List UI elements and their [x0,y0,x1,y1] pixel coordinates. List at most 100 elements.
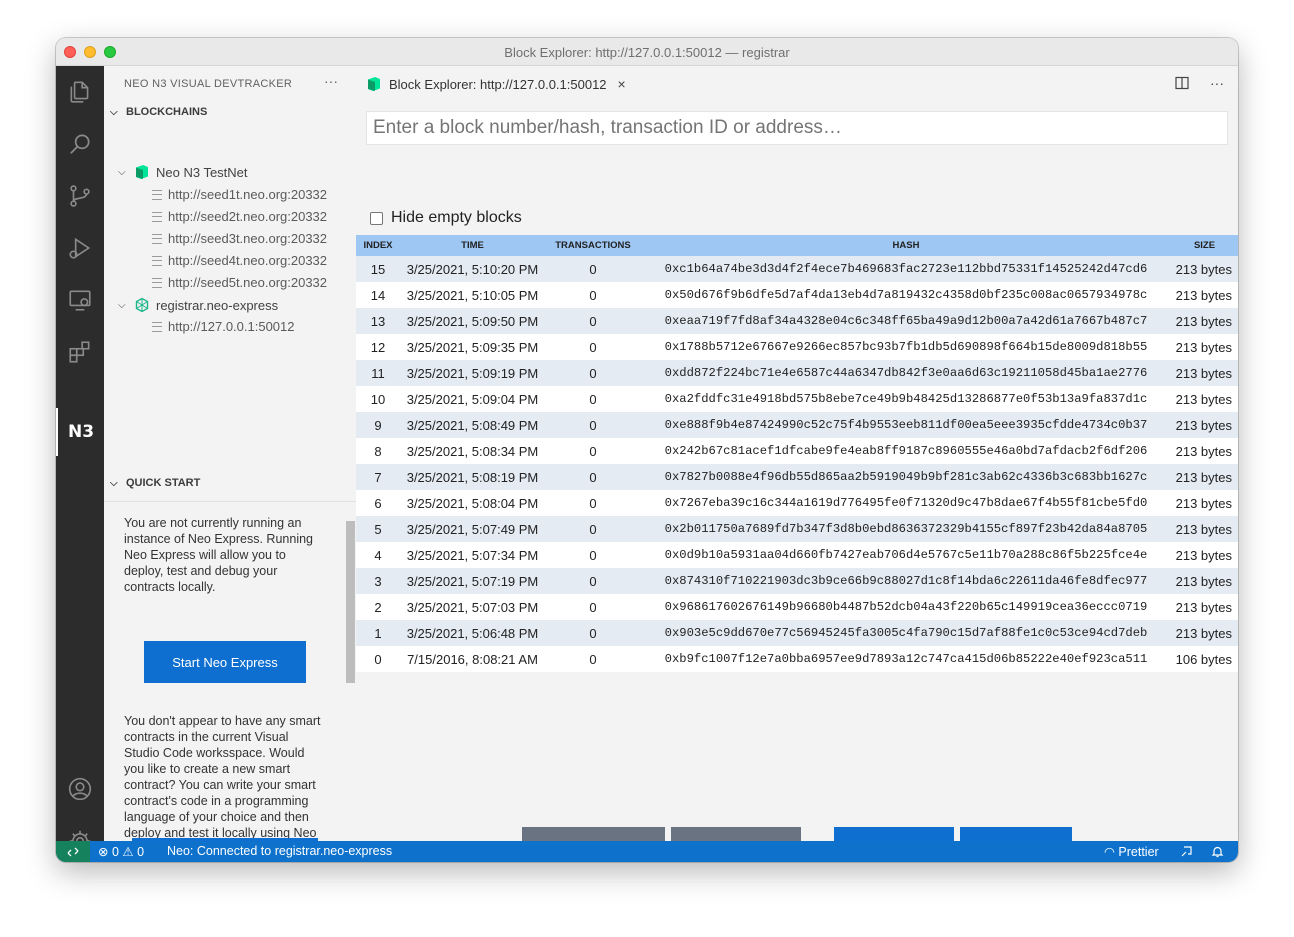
hide-empty-checkbox[interactable] [370,211,383,225]
node-icon [152,189,162,200]
cell-index: 4 [356,542,400,568]
cell-transactions: 0 [545,282,641,308]
cell-transactions: 0 [545,308,641,334]
cell-time: 3/25/2021, 5:08:19 PM [400,464,545,490]
cell-time: 3/25/2021, 5:07:34 PM [400,542,545,568]
search-input[interactable] [366,111,1228,145]
cell-index: 14 [356,282,400,308]
split-editor-icon[interactable] [1174,75,1190,91]
table-row[interactable]: 13 3/25/2021, 5:09:50 PM 0 0xeaa719f7fd8af3… [356,308,1238,334]
more-actions-icon[interactable]: ··· [1210,75,1224,91]
tab-block-explorer[interactable]: Block Explorer: http://127.0.0.1:50012 × [356,66,639,101]
neo-n3-icon[interactable]: N3 [56,408,104,456]
cell-index: 13 [356,308,400,334]
quick-start-section-header[interactable]: ⌵ QUICK START [110,477,200,489]
more-actions-icon[interactable]: ··· [324,73,338,89]
cell-time: 3/25/2021, 5:07:19 PM [400,568,545,594]
close-icon[interactable]: × [618,76,626,92]
block-explorer-panel: Hide empty blocks INDEX TIME TRANSACTION… [356,101,1238,862]
table-row[interactable]: 14 3/25/2021, 5:10:05 PM 0 0x50d676f9b6dfe5… [356,282,1238,308]
cell-hash: 0xeaa719f7fd8af34a4328e04c6c348ff65ba49a… [641,308,1171,334]
cell-time: 3/25/2021, 5:10:05 PM [400,282,545,308]
prettier-label: Prettier [1118,845,1159,859]
extensions-icon[interactable] [56,330,104,374]
cell-time: 3/25/2021, 5:08:34 PM [400,438,545,464]
table-row[interactable]: 10 3/25/2021, 5:09:04 PM 0 0xa2fddfc31e4918… [356,386,1238,412]
column-header-index: INDEX [356,235,400,256]
remote-indicator[interactable] [56,841,90,862]
cell-hash: 0x968617602676149b96680b4487b52dcb04a43f… [641,594,1171,620]
warning-count: 0 [137,845,145,859]
table-row[interactable]: 5 3/25/2021, 5:07:49 PM 0 0x2b011750a7689fd… [356,516,1238,542]
sidebar-scrollbar[interactable] [346,521,355,683]
table-row[interactable]: 9 3/25/2021, 5:08:49 PM 0 0xe888f9b4e874249… [356,412,1238,438]
cell-time: 3/25/2021, 5:09:35 PM [400,334,545,360]
cell-index: 3 [356,568,400,594]
cell-size: 213 bytes [1171,334,1238,360]
hide-empty-label: Hide empty blocks [391,209,522,226]
table-row[interactable]: 0 7/15/2016, 8:08:21 AM 0 0xb9fc1007f12e7a0… [356,646,1238,672]
feedback-icon[interactable] [1180,845,1193,858]
cell-size: 213 bytes [1171,386,1238,412]
table-row[interactable]: 8 3/25/2021, 5:08:34 PM 0 0x242b67c81acef1d… [356,438,1238,464]
cell-index: 7 [356,464,400,490]
start-neo-express-button[interactable]: Start Neo Express [144,641,306,683]
neo-express-label: registrar.neo-express [156,297,279,313]
editor-area: Block Explorer: http://127.0.0.1:50012 ×… [356,66,1238,862]
cell-index: 5 [356,516,400,542]
prettier-indicator[interactable]: ◠ Prettier [1104,844,1159,859]
node-url: http://seed1t.neo.org:20332 [168,187,328,202]
cell-index: 2 [356,594,400,620]
tree-item-node[interactable]: http://seed1t.neo.org:20332 [152,187,327,202]
tree-item-node[interactable]: http://127.0.0.1:50012 [152,319,295,334]
tree-item-neo-express[interactable]: ⌵ registrar.neo-express [118,297,278,313]
table-row[interactable]: 1 3/25/2021, 5:06:48 PM 0 0x903e5c9dd670e77… [356,620,1238,646]
node-icon [152,255,162,266]
titlebar: Block Explorer: http://127.0.0.1:50012 —… [56,38,1238,66]
neo-connection-status[interactable]: Neo: Connected to registrar.neo-express [167,844,392,858]
table-row[interactable]: 12 3/25/2021, 5:09:35 PM 0 0x1788b5712e6766… [356,334,1238,360]
cell-time: 7/15/2016, 8:08:21 AM [400,646,545,672]
hide-empty-blocks-toggle[interactable]: Hide empty blocks [370,209,522,227]
search-icon[interactable] [56,122,104,166]
cell-size: 213 bytes [1171,360,1238,386]
table-row[interactable]: 3 3/25/2021, 5:07:19 PM 0 0x874310f71022190… [356,568,1238,594]
neo-logo-icon [368,77,380,91]
cell-hash: 0x2b011750a7689fd7b347f3d8b0ebd863637232… [641,516,1171,542]
app-window: Block Explorer: http://127.0.0.1:50012 —… [56,38,1238,862]
cell-time: 3/25/2021, 5:09:19 PM [400,360,545,386]
tree-item-node[interactable]: http://seed3t.neo.org:20332 [152,231,327,246]
problems-indicator[interactable]: ⊗ 0 ⚠ 0 [98,844,144,859]
table-row[interactable]: 7 3/25/2021, 5:08:19 PM 0 0x7827b0088e4f96d… [356,464,1238,490]
cell-time: 3/25/2021, 5:06:48 PM [400,620,545,646]
cell-transactions: 0 [545,646,641,672]
cell-index: 8 [356,438,400,464]
cell-transactions: 0 [545,256,641,282]
tree-item-testnet[interactable]: ⌵ Neo N3 TestNet [118,164,248,180]
cell-size: 213 bytes [1171,620,1238,646]
table-row[interactable]: 4 3/25/2021, 5:07:34 PM 0 0x0d9b10a5931aa04… [356,542,1238,568]
cell-hash: 0x7267eba39c16c344a1619d776495fe0f71320d… [641,490,1171,516]
blocks-table-body: 15 3/25/2021, 5:10:20 PM 0 0xc1b64a74be3d3d… [356,256,1238,672]
notifications-bell-icon[interactable] [1211,845,1224,858]
node-icon [152,211,162,222]
tree-item-node[interactable]: http://seed5t.neo.org:20332 [152,275,327,290]
table-row[interactable]: 2 3/25/2021, 5:07:03 PM 0 0x968617602676149… [356,594,1238,620]
cell-index: 1 [356,620,400,646]
source-control-icon[interactable] [56,174,104,218]
cell-size: 213 bytes [1171,464,1238,490]
table-row[interactable]: 11 3/25/2021, 5:09:19 PM 0 0xdd872f224bc71e… [356,360,1238,386]
check-icon: ◠ [1104,845,1115,859]
tree-item-node[interactable]: http://seed4t.neo.org:20332 [152,253,327,268]
remote-icon [67,847,79,856]
blockchains-section-header[interactable]: ⌵ BLOCKCHAINS [110,106,207,118]
table-row[interactable]: 6 3/25/2021, 5:08:04 PM 0 0x7267eba39c16c34… [356,490,1238,516]
tree-item-node[interactable]: http://seed2t.neo.org:20332 [152,209,327,224]
remote-explorer-icon[interactable] [56,278,104,322]
explorer-icon[interactable] [56,70,104,114]
table-row[interactable]: 15 3/25/2021, 5:10:20 PM 0 0xc1b64a74be3d3d… [356,256,1238,282]
cell-size: 213 bytes [1171,438,1238,464]
run-debug-icon[interactable] [56,226,104,270]
account-icon[interactable] [56,767,104,811]
tab-label: Block Explorer: http://127.0.0.1:50012 [389,76,607,92]
